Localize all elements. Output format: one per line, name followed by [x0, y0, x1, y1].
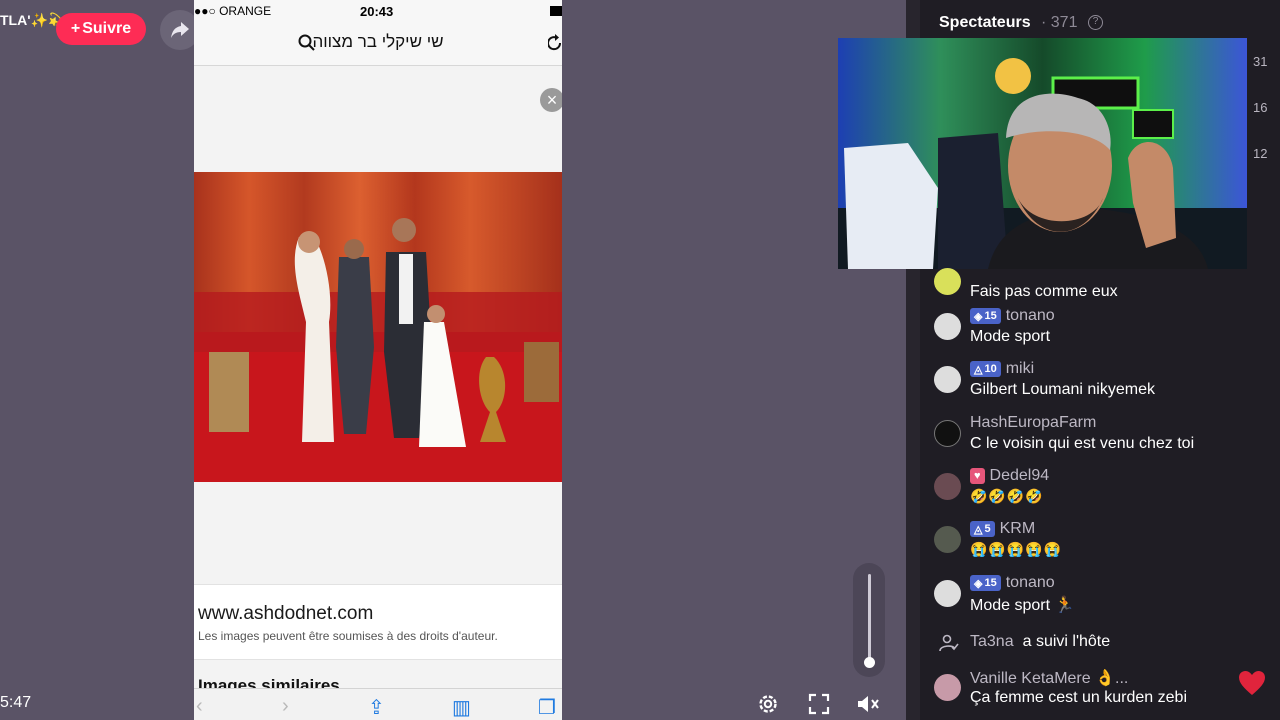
side-number-3: 12 [1253, 146, 1268, 161]
fullscreen-button[interactable] [803, 688, 835, 720]
chat-username[interactable]: miki [1006, 360, 1034, 378]
share-arrow-icon [171, 22, 189, 38]
chat-message[interactable]: Fais pas comme eux [934, 262, 1274, 300]
avatar[interactable] [934, 674, 961, 701]
heart-icon[interactable] [1238, 670, 1266, 696]
image-source-card[interactable]: www.ashdodnet.com Les images peuvent êtr… [194, 584, 562, 660]
chat-text: Gilbert Loumani nikyemek [970, 381, 1155, 398]
chat-username[interactable]: Vanille KetaMere 👌... [970, 668, 1128, 688]
webcam-overlay[interactable] [838, 38, 1247, 269]
browser-search-bar[interactable]: שי שיקלי בר מצווה [194, 22, 562, 66]
fullscreen-icon [808, 693, 830, 715]
chat-message[interactable]: ◈ 15 tonano Mode sport [934, 307, 1274, 351]
avatar[interactable] [934, 580, 961, 607]
live-stage: TLA'✨💫 + Suivre 5:47 ●●○ ORANGE 20:43 שי… [0, 0, 906, 720]
gear-icon [759, 695, 777, 713]
diamond-icon: ◈ [974, 577, 983, 590]
settings-button[interactable] [752, 688, 784, 720]
chat-text: 😭😭😭😭😭 [970, 541, 1063, 557]
source-domain[interactable]: www.ashdodnet.com [198, 603, 373, 625]
webcam-feed [838, 38, 1247, 269]
chat-text: 🤣🤣🤣🤣 [970, 488, 1044, 504]
volume-track [868, 574, 871, 662]
forward-icon[interactable]: › [282, 695, 289, 718]
chat-message[interactable]: HashEuropaFarm C le voisin qui est venu … [934, 414, 1274, 458]
avatar[interactable] [934, 366, 961, 393]
chat-text: Fais pas comme eux [970, 283, 1118, 300]
plus-icon: + [70, 20, 81, 37]
level-badge: ◬ 5 [970, 521, 995, 537]
chat-username[interactable]: HashEuropaFarm [970, 414, 1096, 432]
chat-text: C le voisin qui est venu chez toi [970, 435, 1195, 452]
side-number-2: 16 [1253, 100, 1268, 115]
help-icon[interactable]: ? [1088, 15, 1103, 30]
triangle-icon: ◬ [974, 363, 983, 376]
level-badge: ◈ 15 [970, 308, 1001, 324]
speaker-mute-icon [858, 696, 879, 712]
battery-icon [550, 6, 562, 16]
follow-event-text: a suivi l'hôte [1022, 633, 1111, 650]
mute-button[interactable] [853, 688, 885, 720]
reload-icon[interactable] [548, 34, 562, 52]
follow-event[interactable]: Ta3na a suivi l'hôte [934, 632, 1274, 656]
tabs-icon[interactable]: ❐ [538, 695, 556, 720]
chat-message[interactable]: ◬ 5 KRM 😭😭😭😭😭 [934, 520, 1274, 564]
chat-username[interactable]: tonano [1006, 307, 1055, 325]
share-sheet-icon[interactable]: ⇪ [368, 695, 385, 720]
chat-username[interactable]: tonano [1006, 574, 1055, 592]
avatar[interactable] [934, 526, 961, 553]
back-icon[interactable]: ‹ [196, 695, 203, 718]
family-photo [194, 172, 562, 482]
avatar[interactable] [934, 420, 961, 447]
volume-handle[interactable] [864, 657, 875, 668]
follow-label: Suivre [82, 20, 132, 37]
viewer-count: · 371 [1041, 14, 1078, 31]
chat-text: Mode sport 🏃 [970, 597, 1075, 614]
level-badge: ◬ 10 [970, 361, 1001, 377]
phone-status-bar: ●●○ ORANGE 20:43 [194, 0, 562, 22]
live-timer: 5:47 [0, 694, 32, 711]
follow-button[interactable]: + Suivre [56, 13, 146, 45]
avatar[interactable] [934, 313, 961, 340]
chat-message[interactable]: ♥ Dedel94 🤣🤣🤣🤣 [934, 467, 1274, 511]
viewers-title[interactable]: Spectateurs [939, 14, 1031, 32]
triangle-icon: ◬ [974, 523, 983, 536]
phone-screen-capture: ●●○ ORANGE 20:43 שי שיקלי בר מצווה × www… [194, 0, 562, 720]
level-badge: ◈ 15 [970, 575, 1001, 591]
avatar[interactable] [934, 268, 961, 295]
diamond-icon: ◈ [974, 310, 983, 323]
browser-toolbar: ‹ › ⇪ ▥ ❐ [194, 688, 562, 720]
chat-message[interactable]: Vanille KetaMere 👌... Ça femme cest un k… [934, 668, 1274, 712]
side-number-1: 31 [1253, 54, 1268, 69]
chat-text: Mode sport [970, 328, 1051, 345]
close-icon[interactable]: × [540, 88, 562, 112]
chat-text: Ça femme cest un kurden zebi [970, 689, 1187, 706]
chat-message[interactable]: ◈ 15 tonano Mode sport 🏃 [934, 574, 1274, 618]
chat-username[interactable]: Dedel94 [990, 467, 1050, 485]
chat-username[interactable]: KRM [1000, 520, 1036, 538]
avatar[interactable] [934, 473, 961, 500]
chat-message[interactable]: ◬ 10 miki Gilbert Loumani nikyemek [934, 360, 1274, 404]
bookmarks-icon[interactable]: ▥ [452, 695, 471, 720]
heart-badge-icon: ♥ [970, 468, 985, 484]
copyright-note: Les images peuvent être soumises à des d… [198, 629, 498, 643]
user-follow-icon [939, 634, 959, 652]
chat-username[interactable]: Ta3na [970, 633, 1014, 651]
search-query: שי שיקלי בר מצווה [312, 32, 444, 51]
phone-clock: 20:43 [360, 4, 394, 19]
carrier-label: ●●○ ORANGE [194, 4, 272, 18]
